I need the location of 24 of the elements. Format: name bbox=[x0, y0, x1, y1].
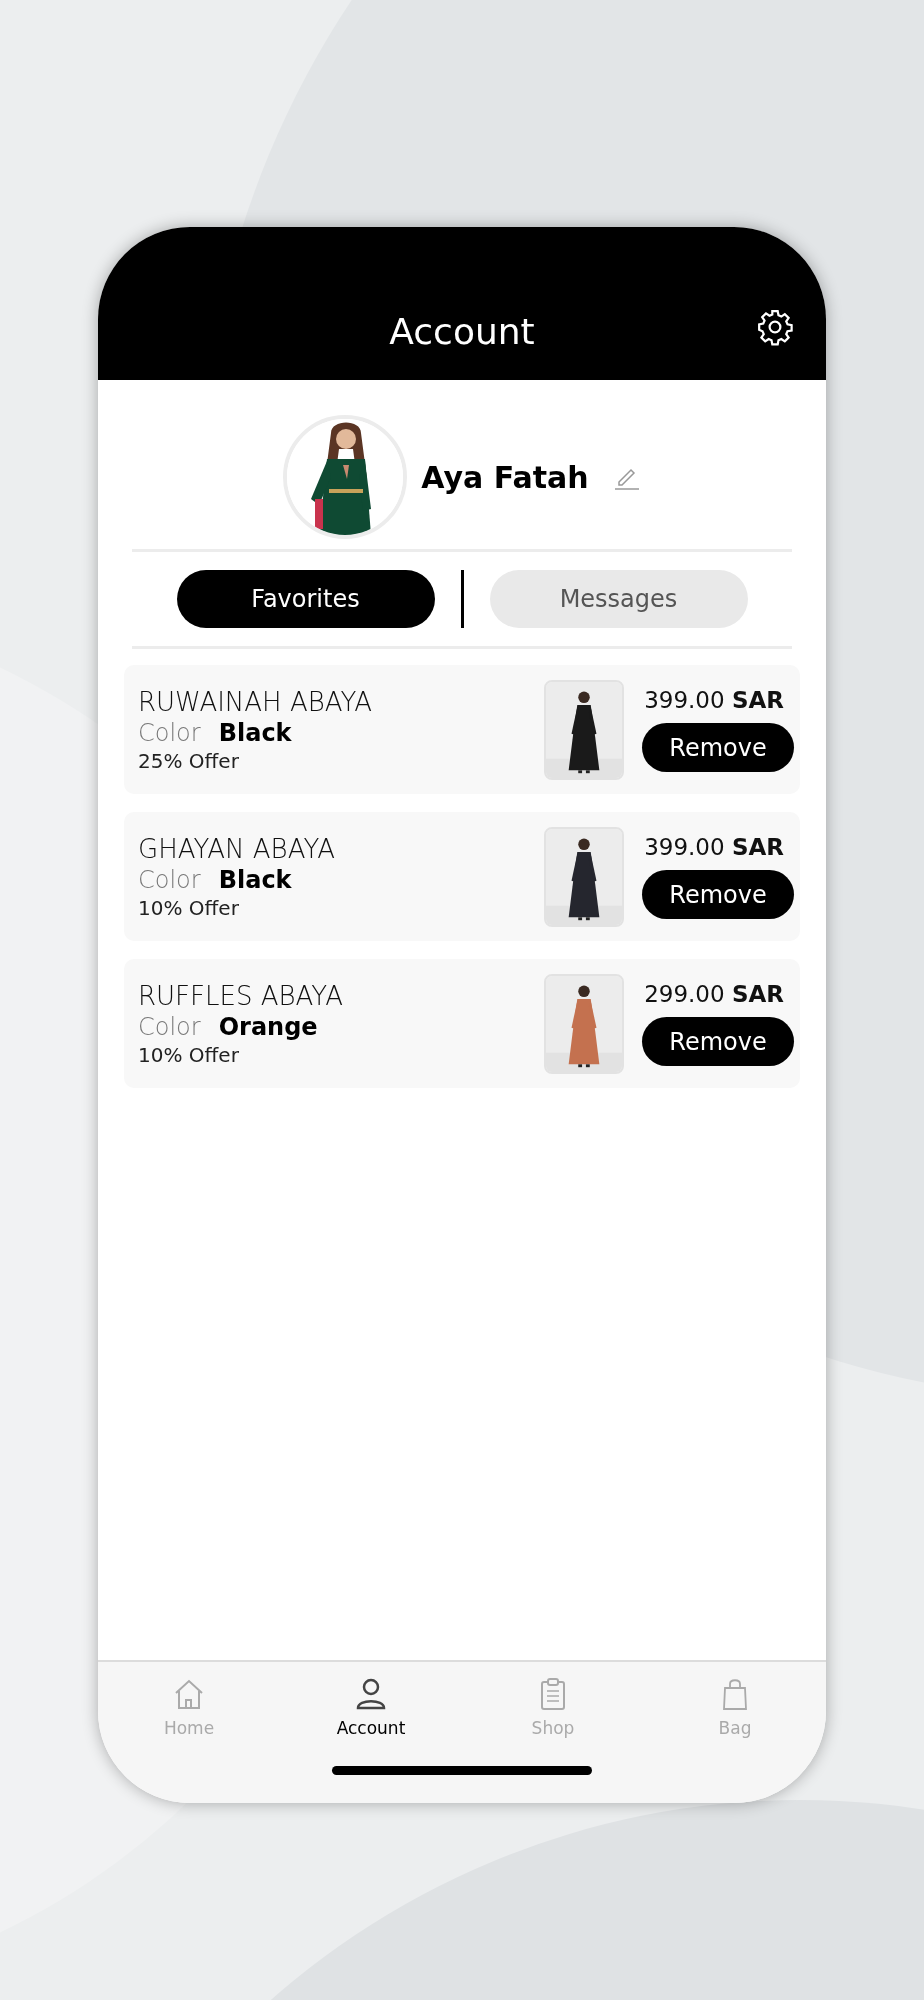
offer-text: 10% Offer bbox=[138, 895, 240, 920]
product-name: RUFFLES ABAYA bbox=[138, 980, 344, 1011]
product-name: GHAYAN ABAYA bbox=[138, 833, 337, 864]
offer-text: 25% Offer bbox=[138, 748, 240, 773]
remove-button[interactable]: Remove bbox=[642, 723, 794, 772]
color-value: Orange bbox=[218, 1012, 318, 1041]
remove-button[interactable]: Remove bbox=[642, 1017, 794, 1066]
price: 299.00 SAR bbox=[644, 981, 784, 1007]
color-value: Black bbox=[218, 718, 292, 747]
color-label: Color bbox=[138, 718, 201, 747]
profile-name: Aya Fatah bbox=[421, 459, 589, 495]
remove-button[interactable]: Remove bbox=[642, 870, 794, 919]
tab-bar-item[interactable]: Account bbox=[280, 1676, 462, 1738]
screen-title: Account bbox=[389, 314, 535, 350]
color-label: Color bbox=[138, 865, 201, 894]
offer-text: 10% Offer bbox=[138, 1042, 240, 1067]
color-value: Black bbox=[218, 865, 292, 894]
color-label: Color bbox=[138, 1012, 201, 1041]
tab[interactable]: Favorites bbox=[176, 570, 435, 628]
product-name: RUWAINAH ABAYA bbox=[138, 686, 374, 717]
settings-icon[interactable] bbox=[756, 308, 794, 346]
tab[interactable]: Messages bbox=[489, 570, 748, 628]
price: 399.00 SAR bbox=[644, 687, 784, 713]
price: 399.00 SAR bbox=[644, 834, 784, 860]
